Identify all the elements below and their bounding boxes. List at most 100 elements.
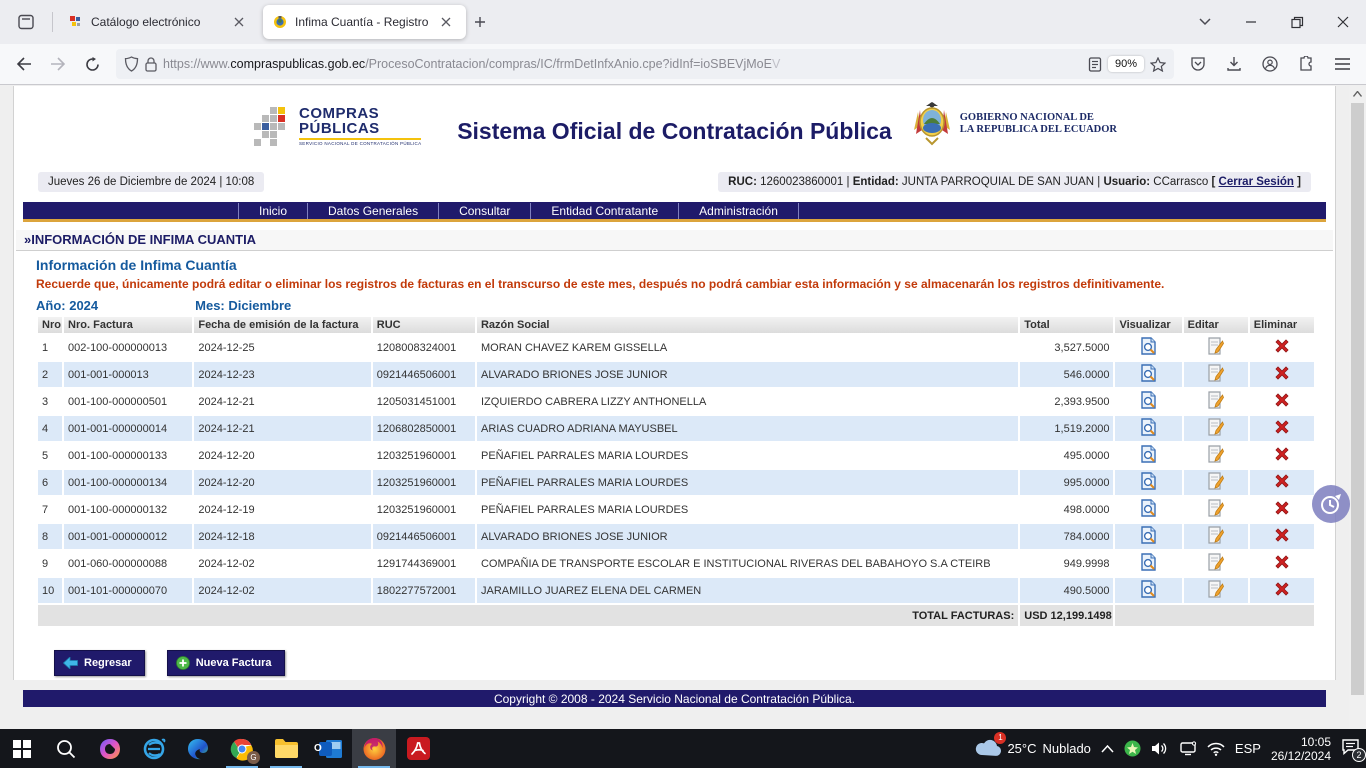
editar-icon[interactable]	[1207, 472, 1224, 490]
taskbar-outlook-button[interactable]: O	[308, 729, 352, 768]
menu-item-administracion[interactable]: Administración	[679, 203, 799, 219]
taskbar-acrobat-button[interactable]	[396, 729, 440, 768]
tab-infima-cuantia[interactable]: Infima Cuantía - Registro	[263, 5, 466, 39]
account-icon[interactable]	[1254, 48, 1286, 80]
logout-link[interactable]: Cerrar Sesión	[1219, 176, 1294, 188]
editar-icon[interactable]	[1207, 499, 1224, 517]
menu-item-inicio[interactable]: Inicio	[238, 203, 308, 219]
lock-icon[interactable]	[145, 57, 157, 72]
clock-icon	[1319, 492, 1343, 516]
taskbar-search-button[interactable]	[44, 729, 88, 768]
regresar-button[interactable]: Regresar	[54, 650, 145, 676]
nueva-factura-button[interactable]: Nueva Factura	[167, 650, 285, 676]
language-indicator[interactable]: ESP	[1235, 741, 1261, 756]
downloads-icon[interactable]	[1218, 48, 1250, 80]
tab-close-icon[interactable]	[229, 12, 249, 32]
visualizar-icon[interactable]	[1140, 418, 1157, 436]
editar-icon[interactable]	[1207, 580, 1224, 598]
cell-razon: PEÑAFIEL PARRALES MARIA LOURDES	[477, 443, 1018, 468]
tray-expand-chevron-icon[interactable]	[1101, 745, 1114, 753]
cell-total: 490.5000	[1020, 578, 1113, 603]
close-window-button[interactable]	[1320, 0, 1366, 44]
menu-item-entidad-contratante[interactable]: Entidad Contratante	[531, 203, 679, 219]
reload-button[interactable]	[76, 48, 108, 80]
vertical-scrollbar[interactable]	[1349, 86, 1366, 729]
taskbar-chrome-button[interactable]: G	[220, 729, 264, 768]
eliminar-icon[interactable]	[1274, 581, 1290, 597]
editar-icon[interactable]	[1207, 418, 1224, 436]
scrollbar-thumb[interactable]	[1351, 103, 1364, 695]
eliminar-icon[interactable]	[1274, 392, 1290, 408]
menu-hamburger-icon[interactable]	[1326, 48, 1358, 80]
main-menu: Inicio Datos Generales Consultar Entidad…	[23, 202, 1326, 222]
visualizar-icon[interactable]	[1140, 445, 1157, 463]
cell-factura: 001-100-000000501	[64, 389, 192, 414]
visualizar-icon[interactable]	[1140, 391, 1157, 409]
editar-icon[interactable]	[1207, 526, 1224, 544]
cast-display-icon[interactable]	[1179, 741, 1197, 756]
scroll-up-arrow[interactable]	[1349, 86, 1366, 102]
editar-icon[interactable]	[1207, 553, 1224, 571]
editar-icon[interactable]	[1207, 391, 1224, 409]
url-bar[interactable]: https://www.compraspublicas.gob.ec/Proce…	[116, 49, 1174, 79]
visualizar-icon[interactable]	[1140, 526, 1157, 544]
taskbar-weather[interactable]: 1 25°C Nublado	[975, 737, 1090, 761]
cell-fecha: 2024-12-23	[194, 362, 370, 387]
editar-icon[interactable]	[1207, 337, 1224, 355]
eliminar-icon[interactable]	[1274, 365, 1290, 381]
reader-mode-icon[interactable]	[1088, 57, 1102, 72]
forward-button[interactable]	[42, 48, 74, 80]
bookmark-star-icon[interactable]	[1150, 57, 1166, 72]
taskbar-firefox-button[interactable]	[352, 729, 396, 768]
taskbar-ie-button[interactable]	[132, 729, 176, 768]
year-label: Año: 2024	[36, 298, 98, 313]
visualizar-icon[interactable]	[1140, 499, 1157, 517]
menu-item-consultar[interactable]: Consultar	[439, 203, 531, 219]
eliminar-icon[interactable]	[1274, 554, 1290, 570]
antivirus-tray-icon[interactable]	[1124, 740, 1141, 757]
gov-line1: GOBIERNO NACIONAL DE	[960, 112, 1117, 124]
restore-button[interactable]	[1274, 0, 1320, 44]
eliminar-icon[interactable]	[1274, 446, 1290, 462]
table-row: 5 001-100-000000133 2024-12-20 120325196…	[38, 443, 1314, 468]
eliminar-icon[interactable]	[1274, 500, 1290, 516]
tab-close-icon[interactable]	[436, 12, 456, 32]
new-tab-button[interactable]	[470, 12, 490, 32]
taskbar-clock[interactable]: 10:05 26/12/2024	[1271, 735, 1331, 763]
visualizar-icon[interactable]	[1140, 553, 1157, 571]
taskbar-explorer-button[interactable]	[264, 729, 308, 768]
soce-page: COMPRAS PÚBLICAS SERVICIO NACIONAL DE CO…	[13, 86, 1336, 680]
minimize-button[interactable]	[1228, 0, 1274, 44]
notification-center-button[interactable]: 2	[1341, 738, 1360, 760]
notification-count-badge: 2	[1352, 748, 1366, 762]
volume-icon[interactable]	[1151, 741, 1169, 756]
wifi-icon[interactable]	[1207, 742, 1225, 756]
eliminar-icon[interactable]	[1274, 473, 1290, 489]
editar-icon[interactable]	[1207, 445, 1224, 463]
cell-razon: ALVARADO BRIONES JOSE JUNIOR	[477, 362, 1018, 387]
firefox-view-button[interactable]	[10, 6, 42, 38]
visualizar-icon[interactable]	[1140, 337, 1157, 355]
eliminar-icon[interactable]	[1274, 338, 1290, 354]
visualizar-icon[interactable]	[1140, 580, 1157, 598]
taskbar-copilot-button[interactable]	[88, 729, 132, 768]
visualizar-icon[interactable]	[1140, 472, 1157, 490]
system-tray: 1 25°C Nublado ESP 10:05 26/12/2024 2	[975, 729, 1366, 768]
shield-icon[interactable]	[124, 56, 139, 72]
taskbar-edge-button[interactable]	[176, 729, 220, 768]
tab-separator	[52, 12, 53, 32]
extensions-icon[interactable]	[1290, 48, 1322, 80]
extension-clock-badge[interactable]	[1312, 485, 1350, 523]
menu-item-datos-generales[interactable]: Datos Generales	[308, 203, 439, 219]
eliminar-icon[interactable]	[1274, 419, 1290, 435]
zoom-level-badge[interactable]: 90%	[1108, 56, 1144, 72]
start-button[interactable]	[0, 729, 44, 768]
editar-icon[interactable]	[1207, 364, 1224, 382]
back-button[interactable]	[8, 48, 40, 80]
pocket-icon[interactable]	[1182, 48, 1214, 80]
tabs-list-button[interactable]	[1182, 0, 1228, 44]
eliminar-icon[interactable]	[1274, 527, 1290, 543]
visualizar-icon[interactable]	[1140, 364, 1157, 382]
cell-total: 1,519.2000	[1020, 416, 1113, 441]
tab-catalogo[interactable]: Catálogo electrónico	[59, 5, 259, 39]
